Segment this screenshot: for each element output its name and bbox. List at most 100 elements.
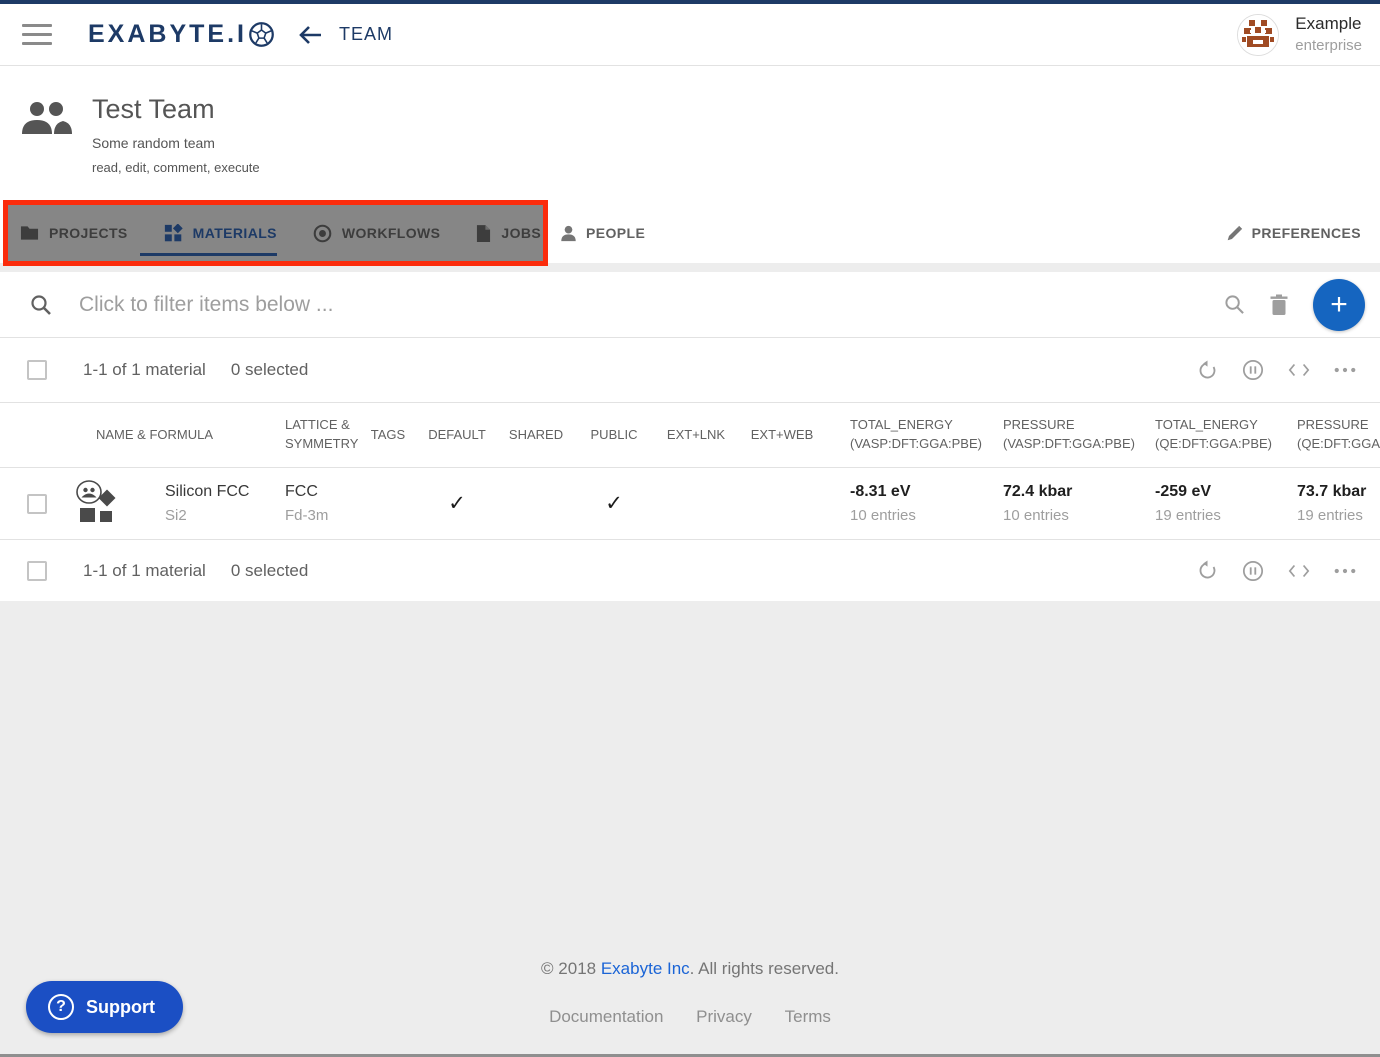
- material-table-row[interactable]: Silicon FCC Si2 FCC Fd-3m ✓ ✓ -8.31 eV 1…: [0, 468, 1380, 540]
- rotate-left-icon: [1197, 360, 1218, 381]
- exabyte-logo[interactable]: EXABYTE.I: [88, 20, 275, 49]
- filter-search-icon: [30, 294, 52, 316]
- support-button[interactable]: ? Support: [26, 981, 183, 1033]
- table-toolbar-bottom: 1-1 of 1 material 0 selected: [0, 540, 1380, 601]
- table-toolbar-top: 1-1 of 1 material 0 selected: [0, 338, 1380, 403]
- team-permissions: read, edit, comment, execute: [92, 160, 260, 175]
- company-link[interactable]: Exabyte Inc: [601, 959, 690, 978]
- user-role: enterprise: [1295, 36, 1362, 56]
- team-description: Some random team: [92, 135, 260, 151]
- column-lattice-symmetry[interactable]: LATTICE &SYMMETRY: [258, 416, 358, 454]
- terms-link[interactable]: Terms: [785, 1007, 831, 1026]
- privacy-link[interactable]: Privacy: [696, 1007, 752, 1026]
- column-default[interactable]: DEFAULT: [418, 426, 496, 445]
- search-button[interactable]: [1224, 294, 1245, 315]
- refresh-button[interactable]: [1197, 360, 1218, 381]
- add-material-button[interactable]: +: [1313, 279, 1365, 331]
- filter-input[interactable]: [79, 293, 1224, 317]
- ellipsis-icon: [1334, 367, 1356, 373]
- tab-projects[interactable]: PROJECTS: [20, 225, 128, 241]
- tab-people[interactable]: PEOPLE: [560, 203, 645, 263]
- pencil-icon: [1226, 225, 1243, 242]
- tab-people-label: PEOPLE: [586, 225, 645, 241]
- plus-icon: +: [1330, 288, 1348, 322]
- delete-button[interactable]: [1269, 294, 1289, 316]
- tab-workflows[interactable]: WORKFLOWS: [313, 224, 440, 243]
- rotate-left-icon: [1197, 560, 1218, 581]
- refresh-button-bottom[interactable]: [1197, 560, 1218, 581]
- team-name: Test Team: [92, 94, 260, 125]
- tab-projects-label: PROJECTS: [49, 225, 128, 241]
- default-checkmark-icon: ✓: [418, 491, 496, 516]
- more-options-button-bottom[interactable]: [1334, 568, 1356, 574]
- pressure-qe-value: 73.7 kbar: [1297, 483, 1380, 501]
- annotation-rectangle: PROJECTS MATERIALS WORKFLOWS JOBS: [3, 200, 548, 266]
- pressure-qe-entries: 19 entries: [1297, 507, 1380, 524]
- selected-count: 0 selected: [231, 360, 309, 380]
- tab-workflows-label: WORKFLOWS: [342, 225, 440, 241]
- pressure-vasp-entries: 10 entries: [1003, 507, 1129, 524]
- tab-preferences-label: PREFERENCES: [1252, 225, 1361, 241]
- logo-text: EXABYTE.I: [88, 20, 247, 49]
- filter-bar: +: [0, 272, 1380, 338]
- user-name: Example: [1295, 13, 1362, 36]
- ellipsis-icon: [1334, 568, 1356, 574]
- pressure-vasp-value: 72.4 kbar: [1003, 483, 1129, 501]
- trash-icon: [1269, 294, 1289, 316]
- code-icon: [1288, 362, 1310, 378]
- total-energy-vasp-entries: 10 entries: [850, 507, 977, 524]
- code-view-button[interactable]: [1288, 362, 1310, 378]
- materials-icon: [164, 224, 183, 243]
- app-bar: EXABYTE.I TEAM: [0, 4, 1380, 66]
- column-public[interactable]: PUBLIC: [576, 426, 652, 445]
- footer-links: Documentation Privacy Terms: [0, 1007, 1380, 1027]
- column-pressure-vasp[interactable]: PRESSURE(VASP:DFT:GGA:PBE): [977, 416, 1129, 454]
- user-info: Example enterprise: [1295, 13, 1362, 56]
- search-icon: [1224, 294, 1245, 315]
- folder-icon: [20, 225, 39, 241]
- user-avatar[interactable]: [1237, 14, 1279, 56]
- table-header-row: NAME & FORMULA LATTICE &SYMMETRY TAGS DE…: [0, 403, 1380, 468]
- material-lattice: FCC: [285, 483, 358, 501]
- logo-ball-icon: [248, 21, 275, 48]
- tab-materials-label: MATERIALS: [193, 225, 277, 241]
- more-options-button[interactable]: [1334, 367, 1356, 373]
- total-energy-vasp-value: -8.31 eV: [850, 483, 977, 501]
- pause-button-bottom[interactable]: [1242, 560, 1264, 582]
- tab-preferences[interactable]: PREFERENCES: [1226, 203, 1361, 263]
- material-formula: Si2: [165, 507, 258, 524]
- menu-icon[interactable]: [22, 24, 52, 45]
- documentation-link[interactable]: Documentation: [549, 1007, 663, 1026]
- column-total-energy-qe[interactable]: TOTAL_ENERGY(QE:DFT:GGA:PBE): [1129, 416, 1271, 454]
- person-icon: [560, 225, 577, 242]
- column-pressure-qe[interactable]: PRESSURE(QE:DFT:GGA:: [1271, 416, 1380, 454]
- column-total-energy-vasp[interactable]: TOTAL_ENERGY(VASP:DFT:GGA:PBE): [824, 416, 977, 454]
- tab-jobs[interactable]: JOBS: [476, 224, 541, 243]
- items-count: 1-1 of 1 material: [83, 360, 206, 380]
- copyright-suffix: . All rights reserved.: [690, 959, 839, 978]
- material-type-icon: [64, 480, 136, 528]
- column-name-formula[interactable]: NAME & FORMULA: [64, 426, 258, 445]
- row-checkbox[interactable]: [27, 494, 47, 514]
- column-ext-web[interactable]: EXT+WEB: [740, 426, 824, 445]
- material-symmetry: Fd-3m: [285, 507, 358, 524]
- code-view-button-bottom[interactable]: [1288, 563, 1310, 579]
- copyright-text: © 2018 Exabyte Inc. All rights reserved.: [0, 959, 1380, 979]
- pause-button[interactable]: [1242, 359, 1264, 381]
- select-all-checkbox[interactable]: [27, 360, 47, 380]
- copyright-prefix: © 2018: [541, 959, 596, 978]
- tab-materials[interactable]: MATERIALS: [164, 224, 277, 243]
- back-arrow-icon[interactable]: [297, 23, 323, 47]
- page-title: TEAM: [339, 24, 393, 45]
- items-count-bottom: 1-1 of 1 material: [83, 561, 206, 581]
- selected-count-bottom: 0 selected: [231, 561, 309, 581]
- tab-jobs-label: JOBS: [501, 225, 541, 241]
- tab-bar: PROJECTS MATERIALS WORKFLOWS JOBS: [0, 203, 1380, 263]
- column-shared[interactable]: SHARED: [496, 426, 576, 445]
- column-ext-lnk[interactable]: EXT+LNK: [652, 426, 740, 445]
- team-header: Test Team Some random team read, edit, c…: [0, 66, 1380, 203]
- column-tags[interactable]: TAGS: [358, 426, 418, 445]
- material-name[interactable]: Silicon FCC: [165, 483, 258, 501]
- select-all-checkbox-bottom[interactable]: [27, 561, 47, 581]
- pause-circle-icon: [1242, 359, 1264, 381]
